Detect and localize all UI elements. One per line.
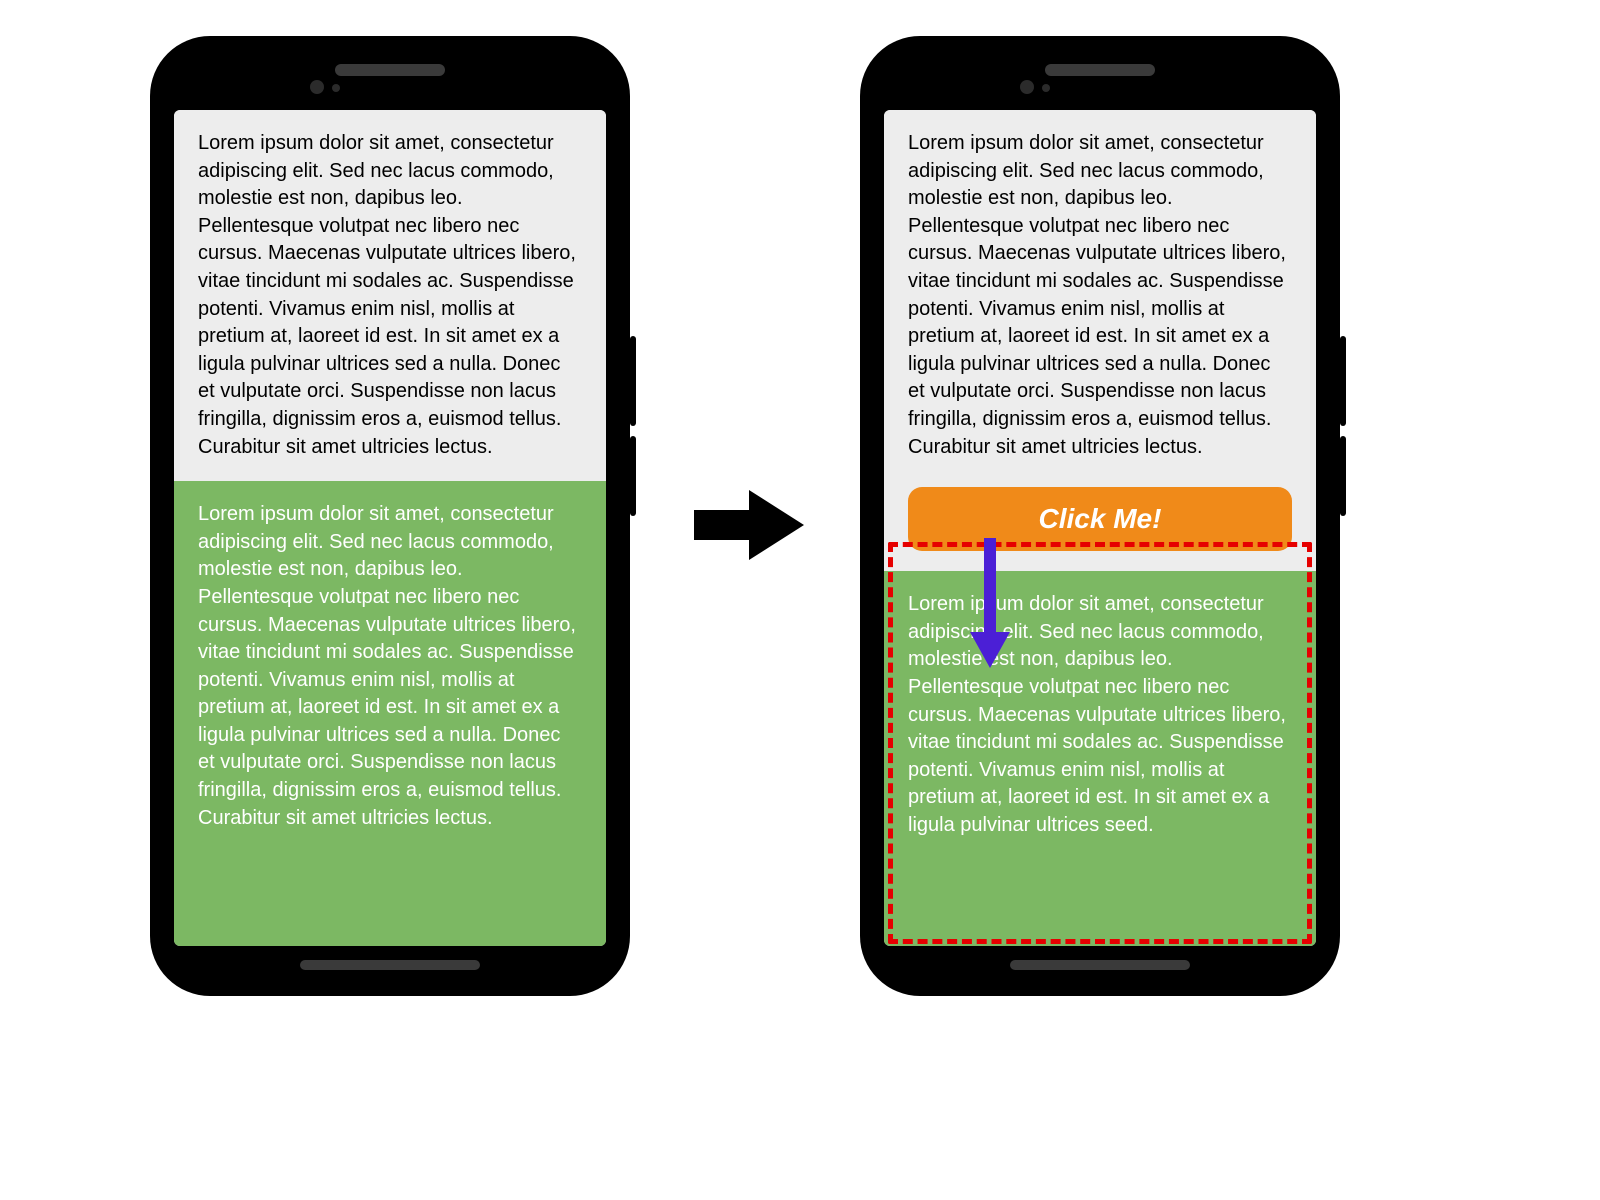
cta-button[interactable]: Click Me! bbox=[908, 487, 1292, 551]
phone-camera-icon bbox=[310, 80, 324, 94]
text-block-gray: Lorem ipsum dolor sit amet, consectetur … bbox=[884, 110, 1316, 471]
phone-side-button bbox=[1340, 336, 1346, 426]
comparison-stage: Lorem ipsum dolor sit amet, consectetur … bbox=[0, 0, 1600, 1200]
phone-camera-icon bbox=[1020, 80, 1034, 94]
inserted-cta-row: Click Me! bbox=[884, 471, 1316, 571]
text-block-green: Lorem ipsum dolor sit amet, consectetur … bbox=[884, 571, 1316, 946]
text-block-green: Lorem ipsum dolor sit amet, consectetur … bbox=[174, 481, 606, 946]
phone-home-indicator bbox=[1010, 960, 1190, 970]
transition-arrow-icon bbox=[694, 490, 804, 560]
phone-side-button bbox=[1340, 436, 1346, 516]
phone-home-indicator bbox=[300, 960, 480, 970]
paragraph-text: Lorem ipsum dolor sit amet, consectetur … bbox=[198, 130, 582, 461]
paragraph-text: Lorem ipsum dolor sit amet, consectetur … bbox=[198, 501, 582, 832]
phone-side-button bbox=[630, 336, 636, 426]
paragraph-text: Lorem ipsum dolor sit amet, consectetur … bbox=[908, 591, 1292, 839]
paragraph-text: Lorem ipsum dolor sit amet, consectetur … bbox=[908, 130, 1292, 461]
phone-sensor-icon bbox=[1042, 84, 1050, 92]
phone-before: Lorem ipsum dolor sit amet, consectetur … bbox=[150, 36, 630, 996]
text-block-gray: Lorem ipsum dolor sit amet, consectetur … bbox=[174, 110, 606, 481]
phone-after: Lorem ipsum dolor sit amet, consectetur … bbox=[860, 36, 1340, 996]
phone-sensor-icon bbox=[332, 84, 340, 92]
screen-after[interactable]: Lorem ipsum dolor sit amet, consectetur … bbox=[884, 110, 1316, 946]
phone-side-button bbox=[630, 436, 636, 516]
phone-earpiece bbox=[1045, 64, 1155, 76]
screen-before[interactable]: Lorem ipsum dolor sit amet, consectetur … bbox=[174, 110, 606, 946]
phone-earpiece bbox=[335, 64, 445, 76]
